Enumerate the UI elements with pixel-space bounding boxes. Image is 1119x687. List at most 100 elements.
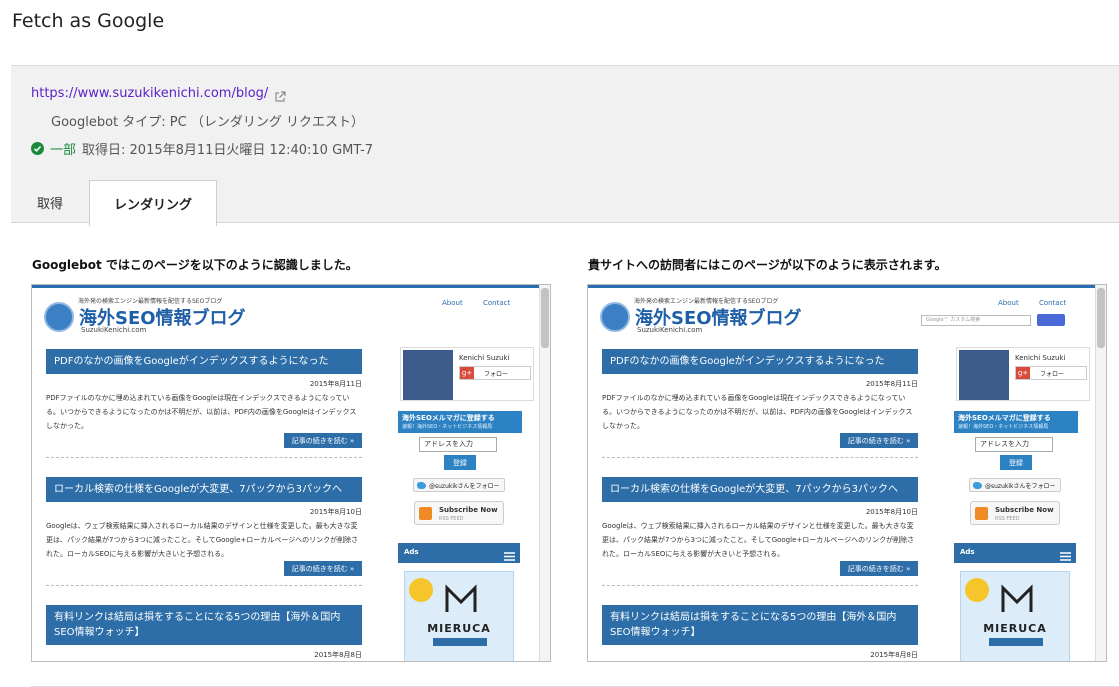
post-divider <box>46 585 362 586</box>
avatar <box>959 350 1009 400</box>
profile-name: Kenichi Suzuki <box>1015 354 1066 362</box>
page-title: Fetch as Google <box>12 10 165 32</box>
nav-about-link[interactable]: About <box>998 299 1019 307</box>
read-more-button[interactable]: 記事の続きを読む » <box>284 561 362 576</box>
ad-logo-icon <box>445 584 477 612</box>
newsletter-banner[interactable]: 海外SEOメルマガに登録する 速報！海外SEO・ネットビジネス情報局 <box>398 411 522 433</box>
googlebot-view-heading: Googlebot ではこのページを以下のように認識しました。 <box>32 258 358 272</box>
post-item: 有料リンクは結局は損をすることになる5つの理由【海外＆国内SEO情報ウォッチ】 … <box>46 605 362 660</box>
post-title[interactable]: PDFのなかの画像をGoogleがインデックスするようになった <box>602 349 918 374</box>
fetched-url-link[interactable]: https://www.suzukikenichi.com/blog/ <box>31 86 268 101</box>
register-button[interactable]: 登録 <box>1000 455 1032 470</box>
gplus-icon: g+ <box>460 367 474 379</box>
post-title[interactable]: PDFのなかの画像をGoogleがインデックスするようになった <box>46 349 362 374</box>
visitor-view-heading: 貴サイトへの訪問者にはこのページが以下のように表示されます。 <box>588 258 947 272</box>
post-item: PDFのなかの画像をGoogleがインデックスするようになった 2015年8月1… <box>46 349 362 458</box>
email-field[interactable]: アドレスを入力 <box>419 437 497 452</box>
ads-header: Ads <box>954 543 1076 563</box>
ad-sticker <box>965 578 989 602</box>
read-more-button[interactable]: 記事の続きを読む » <box>840 561 918 576</box>
post-item: PDFのなかの画像をGoogleがインデックスするようになった 2015年8月1… <box>602 349 918 458</box>
post-date: 2015年8月11日 <box>865 380 918 388</box>
tab-rendering[interactable]: レンダリング <box>89 180 217 226</box>
nav-contact-link[interactable]: Contact <box>1039 299 1066 307</box>
site-domain: SuzukiKenichi.com <box>81 326 147 334</box>
rss-title: Subscribe Now <box>439 506 498 514</box>
post-body: PDFファイルのなかに埋め込まれている画像をGoogleは現在インデックスできる… <box>602 394 913 430</box>
gplus-icon: g+ <box>1016 367 1030 379</box>
scrollbar-thumb[interactable] <box>541 288 549 348</box>
post-date: 2015年8月11日 <box>309 380 362 388</box>
googlebot-render-frame[interactable]: 海外発の検索エンジン最新情報を配信するSEOブログ 海外SEO情報ブログ Suz… <box>31 284 551 662</box>
register-button[interactable]: 登録 <box>444 455 476 470</box>
post-date: 2015年8月8日 <box>314 651 362 659</box>
site-domain: SuzukiKenichi.com <box>637 326 703 334</box>
ads-header: Ads <box>398 543 520 563</box>
rss-subscribe-button[interactable]: Subscribe Now RSS FEED <box>970 501 1060 525</box>
newsletter-subtitle: 速報！海外SEO・ネットビジネス情報局 <box>402 424 493 430</box>
post-body: PDFファイルのなかに埋め込まれている画像をGoogleは現在インデックスできる… <box>46 394 357 430</box>
post-divider <box>46 457 362 458</box>
ad-brand: MIERUCA <box>427 622 491 635</box>
menu-icon[interactable] <box>1060 547 1071 561</box>
profile-name: Kenichi Suzuki <box>459 354 510 362</box>
rss-subscribe-button[interactable]: Subscribe Now RSS FEED <box>414 501 504 525</box>
profile-widget: Kenichi Suzuki g+ フォロー <box>956 347 1090 401</box>
twitter-follow-button[interactable]: @suzukikさんをフォロー <box>969 478 1061 492</box>
menu-icon[interactable] <box>504 547 515 561</box>
rss-icon <box>419 507 432 520</box>
frame-scrollbar[interactable] <box>1095 285 1106 661</box>
fetch-date: 取得日: 2015年8月11日火曜日 12:40:10 GMT-7 <box>82 143 374 158</box>
post-item: ローカル検索の仕様をGoogleが大変更、7パックから3パックへ 2015年8月… <box>602 477 918 586</box>
external-link-icon[interactable] <box>274 88 286 101</box>
post-body: Googleは、ウェブ検索結果に挿入されるローカル結果のデザインと仕様を変更した… <box>46 522 359 558</box>
post-divider <box>602 457 918 458</box>
nav-about-link[interactable]: About <box>442 299 463 307</box>
read-more-button[interactable]: 記事の続きを読む » <box>840 433 918 448</box>
frame-scrollbar[interactable] <box>539 285 550 661</box>
post-title[interactable]: ローカル検索の仕様をGoogleが大変更、7パックから3パックへ <box>602 477 918 502</box>
rss-subtitle: RSS FEED <box>439 516 464 522</box>
nav-contact-link[interactable]: Contact <box>483 299 510 307</box>
avatar <box>403 350 453 400</box>
ad-tagline <box>433 638 487 646</box>
gplus-follow-button[interactable]: g+ フォロー <box>1015 366 1087 380</box>
ad-banner[interactable]: MIERUCA <box>960 571 1070 661</box>
visitor-render-frame[interactable]: 海外発の検索エンジン最新情報を配信するSEOブログ 海外SEO情報ブログ Suz… <box>587 284 1107 662</box>
follow-label: フォロー <box>484 370 509 378</box>
tab-fetch[interactable]: 取得 <box>11 180 89 225</box>
ad-logo-icon <box>1001 584 1033 612</box>
site-search-button[interactable] <box>1037 314 1065 326</box>
post-item: 有料リンクは結局は損をすることになる5つの理由【海外＆国内SEO情報ウォッチ】 … <box>602 605 918 660</box>
newsletter-banner[interactable]: 海外SEOメルマガに登録する 速報！海外SEO・ネットビジネス情報局 <box>954 411 1078 433</box>
status-badge: 一部 <box>50 143 77 158</box>
globe-logo-icon <box>600 302 630 332</box>
post-title[interactable]: 有料リンクは結局は損をすることになる5つの理由【海外＆国内SEO情報ウォッチ】 <box>602 605 918 645</box>
post-title[interactable]: ローカル検索の仕様をGoogleが大変更、7パックから3パックへ <box>46 477 362 502</box>
fetch-info-panel: https://www.suzukikenichi.com/blog/ Goog… <box>11 65 1119 226</box>
read-more-button[interactable]: 記事の続きを読む » <box>284 433 362 448</box>
rss-title: Subscribe Now <box>995 506 1054 514</box>
ad-brand: MIERUCA <box>983 622 1047 635</box>
ads-label: Ads <box>404 548 419 556</box>
twitter-label: @suzukikさんをフォロー <box>985 482 1056 490</box>
post-date: 2015年8月10日 <box>865 508 918 516</box>
rss-icon <box>975 507 988 520</box>
newsletter-title: 海外SEOメルマガに登録する <box>402 414 495 422</box>
post-title[interactable]: 有料リンクは結局は損をすることになる5つの理由【海外＆国内SEO情報ウォッチ】 <box>46 605 362 645</box>
newsletter-subtitle: 速報！海外SEO・ネットビジネス情報局 <box>958 424 1049 430</box>
googlebot-type: Googlebot タイプ: PC （レンダリング リクエスト） <box>51 115 364 130</box>
site-search-input[interactable]: Google™ カスタム検索 <box>921 315 1031 326</box>
globe-logo-icon <box>44 302 74 332</box>
ad-sticker <box>409 578 433 602</box>
ad-banner[interactable]: MIERUCA <box>404 571 514 661</box>
scrollbar-thumb[interactable] <box>1097 288 1105 348</box>
twitter-label: @suzukikさんをフォロー <box>429 482 500 490</box>
ad-tagline <box>989 638 1043 646</box>
site-header: 海外発の検索エンジン最新情報を配信するSEOブログ 海外SEO情報ブログ Suz… <box>32 285 540 345</box>
twitter-follow-button[interactable]: @suzukikさんをフォロー <box>413 478 505 492</box>
twitter-icon <box>417 481 426 489</box>
email-field[interactable]: アドレスを入力 <box>975 437 1053 452</box>
gplus-follow-button[interactable]: g+ フォロー <box>459 366 531 380</box>
post-date: 2015年8月8日 <box>870 651 918 659</box>
